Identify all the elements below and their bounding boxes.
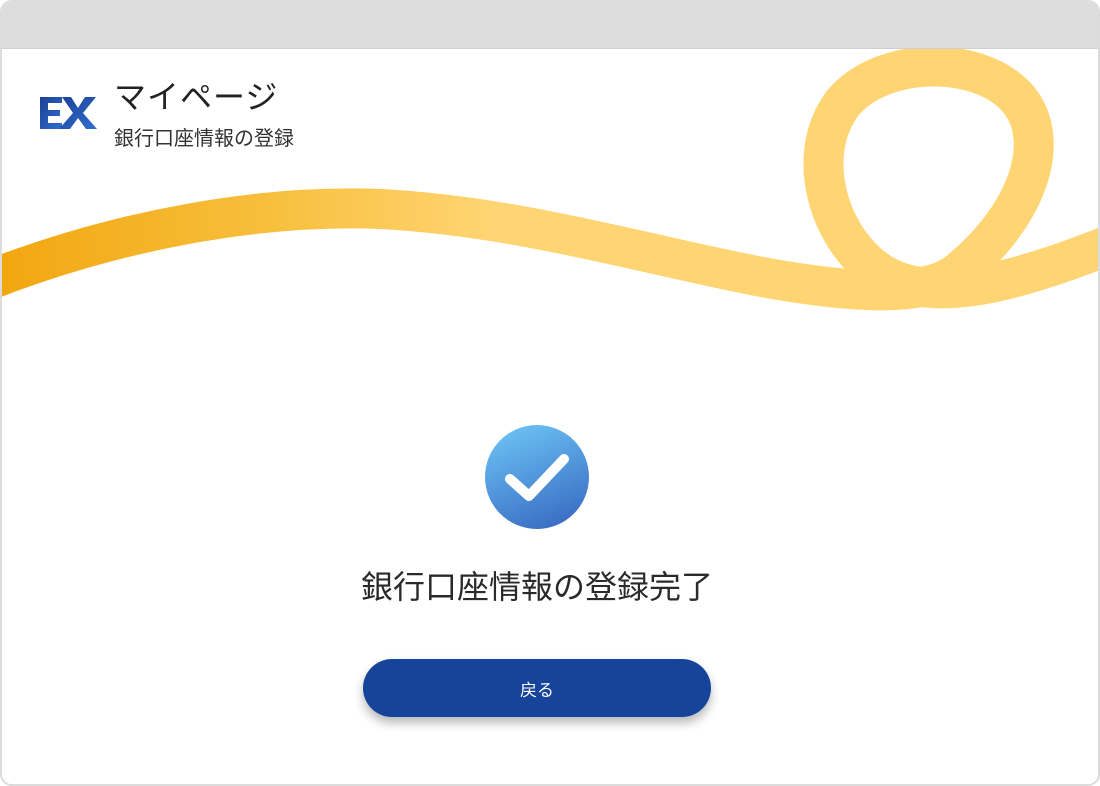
- page-title: マイページ: [114, 78, 279, 116]
- back-button[interactable]: 戻る: [363, 659, 711, 717]
- page-content: マイページ 銀行口座情報の登録 銀行口座情報の登録完了 戻る: [2, 49, 1098, 784]
- window-titlebar: [2, 2, 1098, 49]
- completion-message: 銀行口座情報の登録完了: [360, 568, 713, 606]
- browser-window: マイページ 銀行口座情報の登録 銀行口座情報の登録完了 戻る: [0, 0, 1100, 786]
- ex-logo: [40, 97, 97, 129]
- checkmark-circle-icon: [485, 425, 589, 529]
- page-subtitle: 銀行口座情報の登録: [114, 126, 294, 150]
